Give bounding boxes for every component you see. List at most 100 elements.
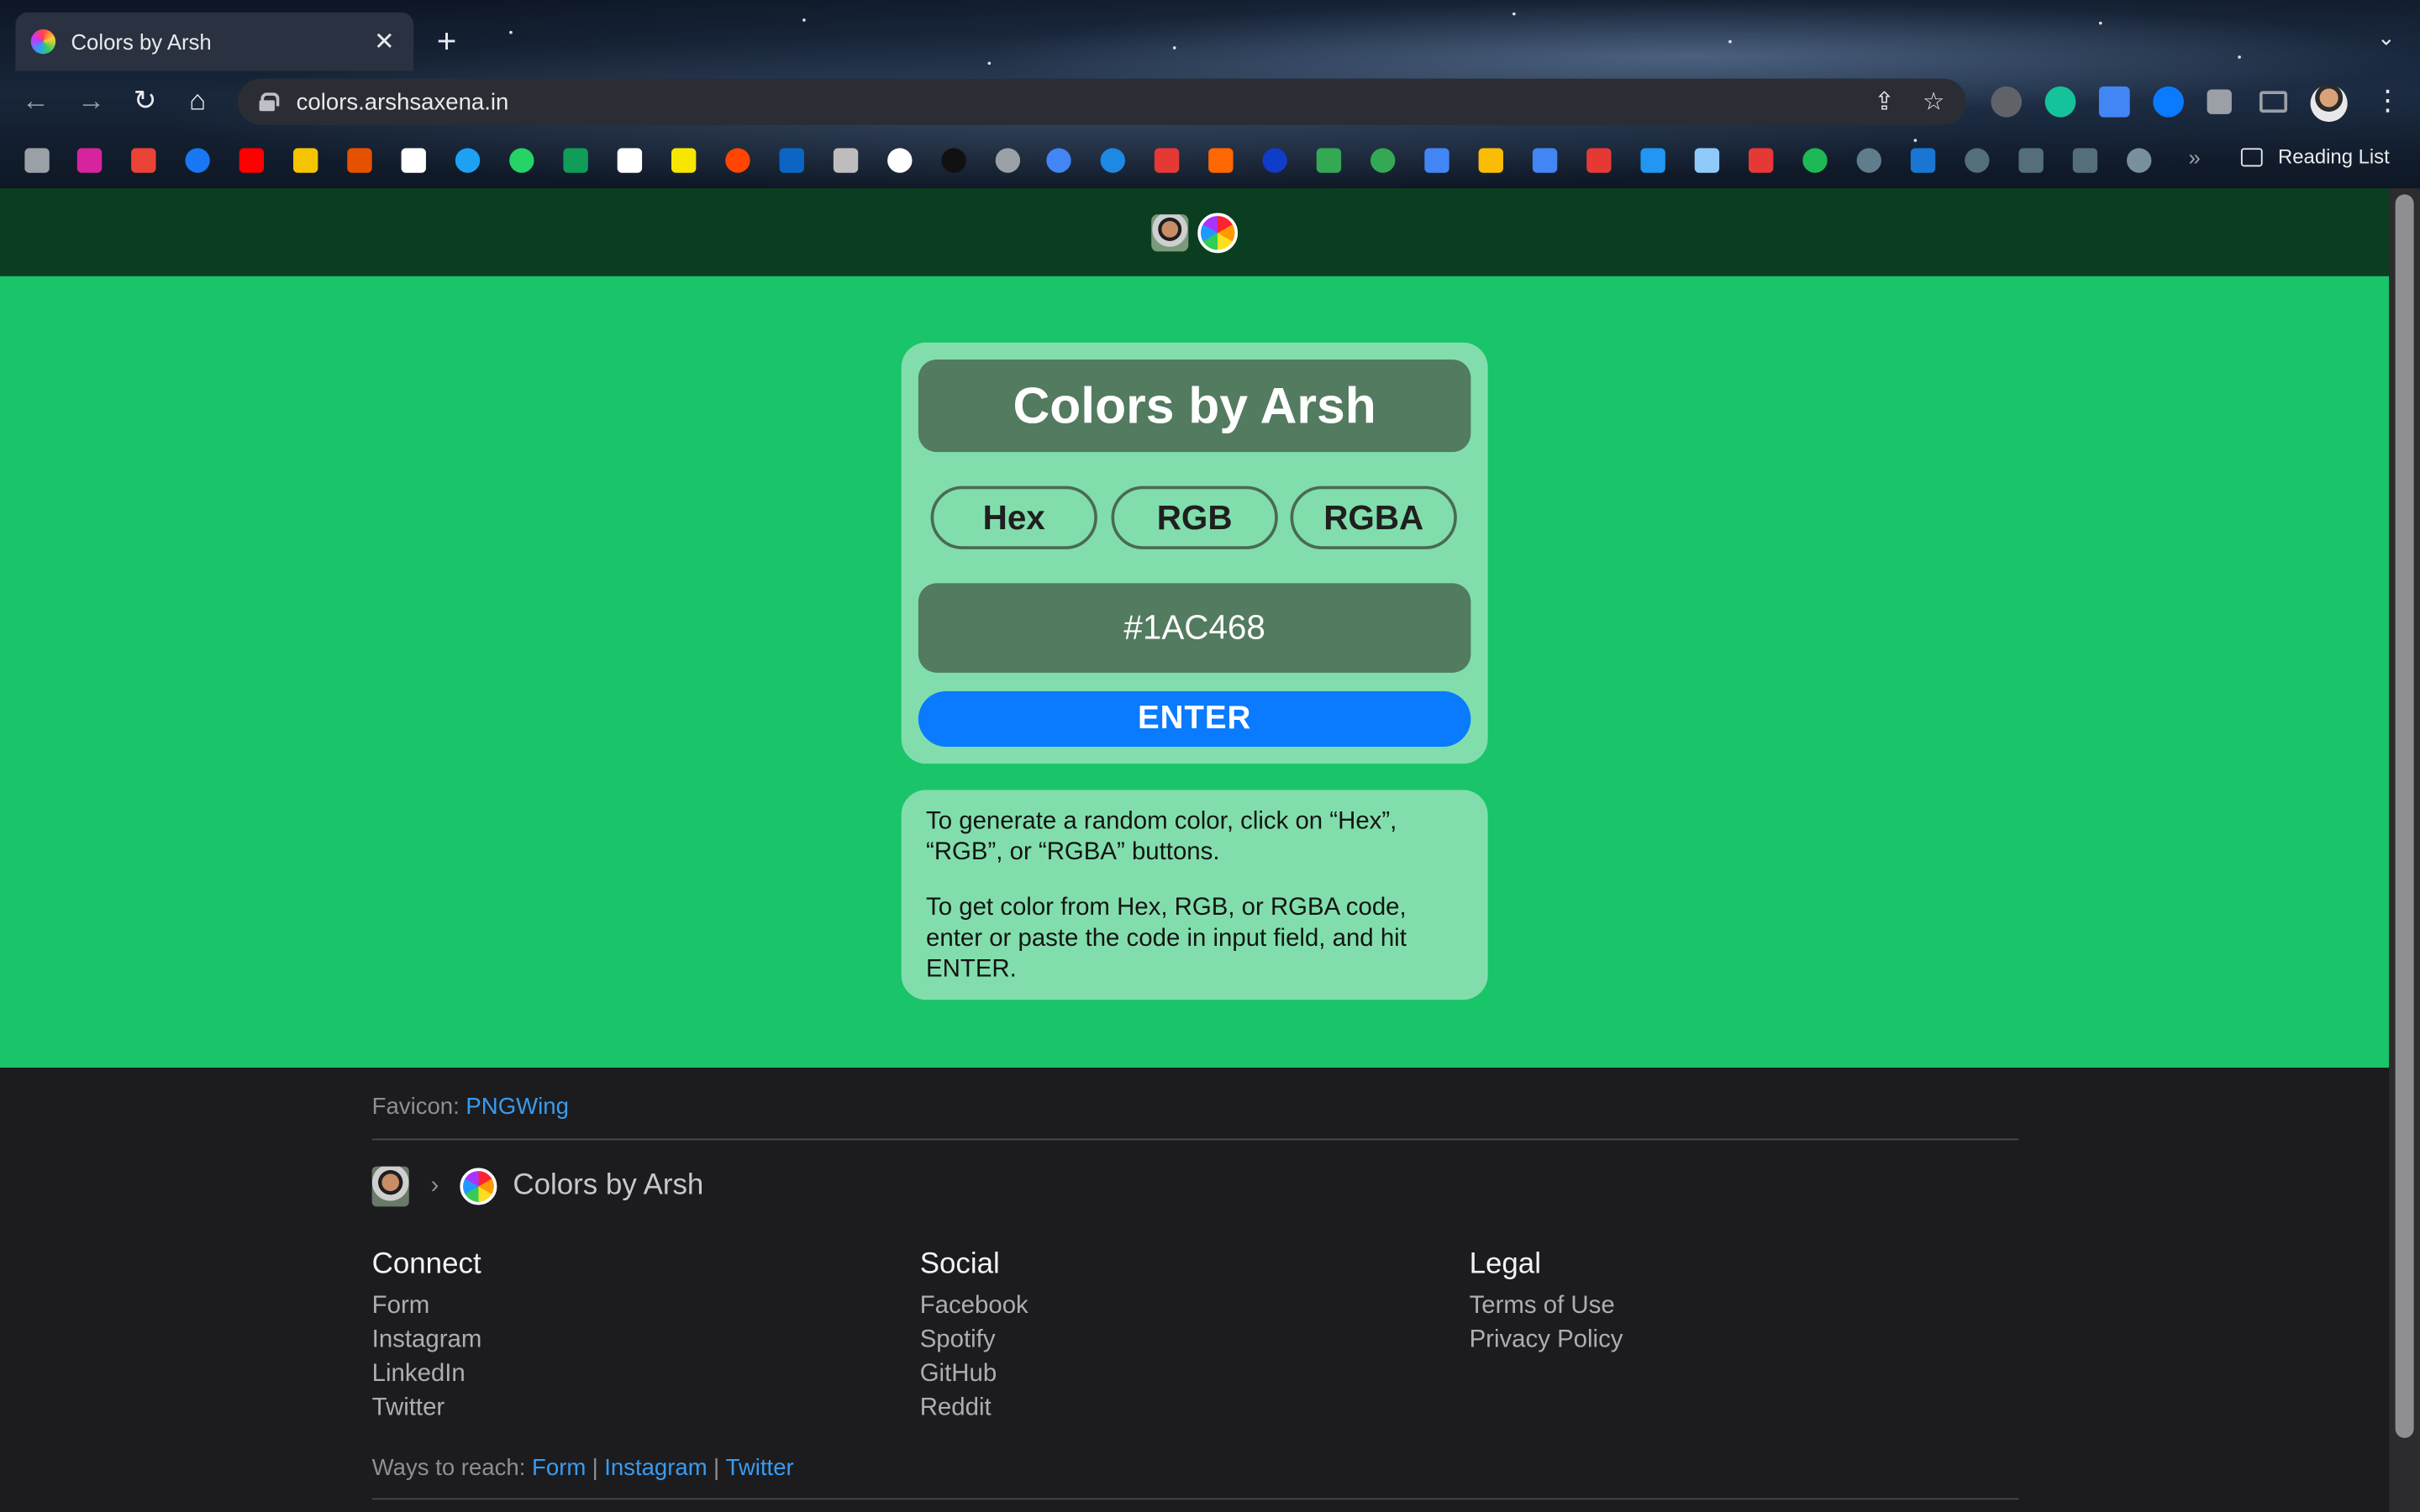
facebook-icon[interactable] [185,148,210,173]
url-text[interactable]: colors.arshsaxena.in [297,89,1847,115]
palette-icon [460,1168,498,1205]
footer-column-legal: Legal Terms of Use Privacy Policy [1470,1248,1623,1357]
rgb-button[interactable]: RGB [1111,486,1278,549]
profile-avatar[interactable] [2310,85,2348,123]
browser-tab[interactable]: Colors by Arsh ✕ [15,12,414,71]
home-icon[interactable]: ⌂ [181,85,214,118]
lock-icon [259,92,280,112]
favicon-credit: Favicon: PNGWing [372,1094,569,1120]
reddit-link[interactable]: Reddit [920,1392,1028,1425]
new-tab-button[interactable]: + [437,22,457,62]
reach-label: Ways to reach: [371,1455,533,1482]
whatsapp-icon[interactable] [509,148,534,173]
youtube-icon[interactable] [239,148,265,173]
translate-icon[interactable] [1532,148,1558,173]
wikipedia-icon[interactable] [401,148,426,173]
star-decoration [802,18,806,22]
extension-icon[interactable] [1991,86,2023,118]
reload-icon[interactable]: ↻ [128,85,161,118]
shazam-icon[interactable] [2153,86,2184,118]
person-avatar-icon[interactable] [371,1166,409,1207]
bookmark-icon[interactable] [1154,148,1180,173]
screen: Colors by Arsh ✕ + ⌄ ← → ↻ ⌂ colors.arsh… [0,0,2420,1512]
sheets-icon[interactable] [563,148,588,173]
amazon-icon[interactable] [617,148,643,173]
gear-icon[interactable] [2127,148,2152,173]
color-code-input[interactable]: #1AC468 [918,583,1471,673]
spotify-icon[interactable] [1802,148,1828,173]
spotify-link[interactable]: Spotify [920,1324,1028,1357]
breadcrumb-current[interactable]: Colors by Arsh [513,1169,703,1203]
translate-icon[interactable] [2098,86,2130,118]
form-link[interactable]: Form [372,1290,482,1324]
star-decoration [1172,46,1176,50]
bookmark-icon[interactable] [1100,148,1125,173]
color-tool-card: Colors by Arsh Hex RGB RGBA #1AC468 ENTE… [901,342,1488,764]
address-bar[interactable]: colors.arshsaxena.in ⇪ ☆ [237,78,1967,125]
pngwing-link[interactable]: PNGWing [466,1094,568,1120]
reading-list-button[interactable]: Reading List [2240,145,2390,168]
star-decoration [2238,55,2241,59]
calendar-icon[interactable] [1424,148,1449,173]
close-icon[interactable]: ✕ [371,26,398,57]
checkmark-icon[interactable] [292,148,318,173]
twitter-icon[interactable] [455,148,481,173]
instagram-link[interactable]: Instagram [372,1324,482,1357]
linkedin-icon[interactable] [779,148,804,173]
maps-icon[interactable] [1370,148,1396,173]
apps-grid-icon[interactable] [24,148,50,173]
mi-icon[interactable] [1208,148,1234,173]
flipkart-icon[interactable] [671,148,697,173]
terms-link[interactable]: Terms of Use [1470,1290,1623,1324]
privacy-link[interactable]: Privacy Policy [1470,1324,1623,1357]
color-preview-area: Colors by Arsh Hex RGB RGBA #1AC468 ENTE… [0,276,2390,1068]
plane-icon[interactable] [1640,148,1665,173]
rgba-button[interactable]: RGBA [1290,486,1457,549]
twitter-link[interactable]: Twitter [372,1392,482,1425]
enter-button[interactable]: ENTER [918,690,1471,747]
google-icon[interactable] [1046,148,1071,173]
menu-icon[interactable]: ⋮ [2374,85,2402,118]
bookmark-icon[interactable] [1965,148,1990,173]
instagram-icon[interactable] [76,148,103,173]
github-link[interactable]: GitHub [920,1357,1028,1391]
cast-icon[interactable] [2259,91,2288,113]
reach-twitter-link[interactable]: Twitter [726,1455,794,1481]
column-title: Legal [1469,1247,1541,1281]
reddit-icon[interactable] [725,148,750,173]
gmail-icon[interactable] [131,148,156,173]
speedometer-icon[interactable] [1856,148,1881,173]
reach-instagram-link[interactable]: Instagram [604,1455,708,1481]
back-arrow-icon[interactable]: ← [18,85,52,118]
puzzle-icon[interactable] [2207,89,2232,114]
bookmark-icon[interactable] [1694,148,1720,173]
jio-icon[interactable] [1262,148,1287,173]
person-avatar-icon[interactable] [1151,213,1189,251]
drive-icon[interactable] [1316,148,1342,173]
reach-form-link[interactable]: Form [532,1455,586,1481]
grammarly-icon[interactable] [2044,86,2076,118]
bookmark-icon[interactable] [1910,148,1936,173]
chevron-down-icon[interactable]: ⌄ [2377,24,2396,50]
palette-icon[interactable] [1197,212,1239,253]
bookmark-icon[interactable] [833,148,859,173]
facebook-link[interactable]: Facebook [920,1290,1028,1324]
bookmark-icon[interactable] [1586,148,1612,173]
share-icon[interactable]: ⇪ [1874,87,1895,118]
photos-icon[interactable] [1478,148,1503,173]
forward-arrow-icon[interactable]: → [74,85,108,118]
linkedin-link[interactable]: LinkedIn [372,1357,482,1391]
star-icon[interactable]: ☆ [1923,87,1944,118]
apple-icon[interactable] [995,148,1021,173]
page-scrollbar[interactable] [2389,188,2420,1512]
download-icon[interactable] [2018,148,2044,173]
bookmark-icon[interactable] [1749,148,1774,173]
star-icon[interactable] [2072,148,2098,173]
hex-button[interactable]: Hex [930,486,1097,549]
behance-icon[interactable] [941,148,966,173]
bookmarks-overflow-icon[interactable]: » [2188,145,2200,170]
github-icon[interactable] [887,148,913,173]
scrollbar-thumb[interactable] [2395,194,2414,1438]
bookmark-icon[interactable] [347,148,372,173]
tab-title: Colors by Arsh [71,29,212,55]
